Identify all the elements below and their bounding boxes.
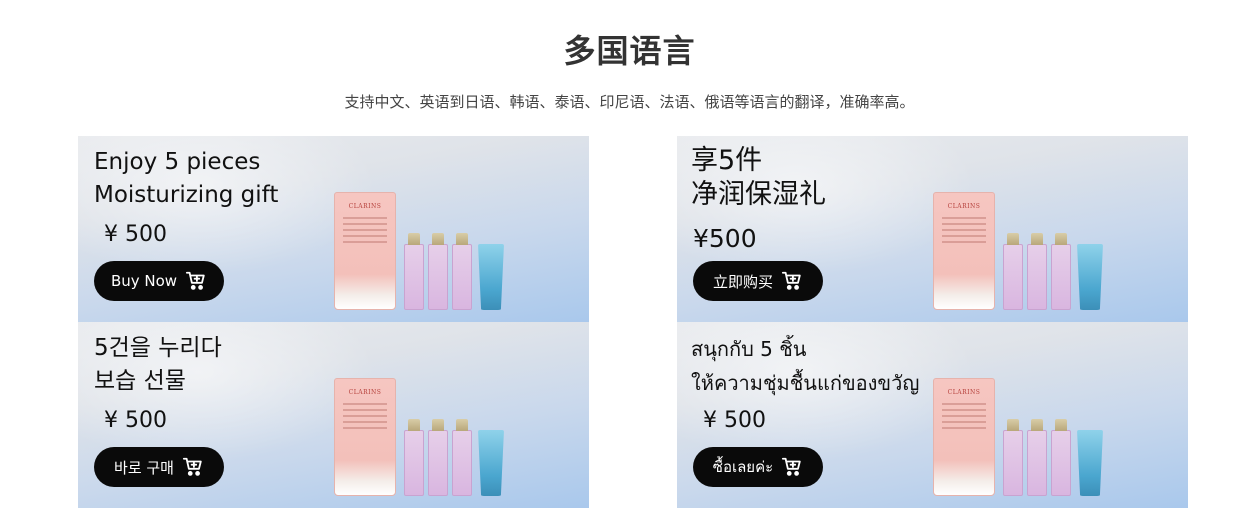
cleanser-tube: CLARINS: [933, 192, 995, 310]
mini-bottle: [452, 419, 472, 496]
page-title: 多国语言: [563, 32, 696, 70]
headline-line-2: 보습 선물: [94, 368, 186, 394]
headline-line-1: 享5件: [691, 145, 763, 176]
mini-bottle: [404, 419, 424, 496]
buy-now-button[interactable]: 立即购买: [693, 261, 823, 301]
banner-headline: Enjoy 5 pieces Moisturizing gift: [94, 146, 278, 212]
buy-now-button[interactable]: 바로 구매: [94, 447, 224, 487]
buy-now-button[interactable]: Buy Now: [94, 261, 224, 301]
product-set-image: CLARINS: [334, 192, 504, 314]
mini-bottle: [428, 233, 448, 310]
banner-headline: สนุกกับ 5 ชิ้น ให้ความชุ่มชื้นแก่ของขวัญ: [691, 332, 919, 400]
price-label: ¥ 500: [104, 222, 167, 247]
mini-bottle: [1003, 419, 1023, 496]
cleanser-tube: CLARINS: [334, 378, 396, 496]
product-brand-text: CLARINS: [348, 389, 382, 396]
banner-headline: 5건을 누리다 보습 선물: [94, 332, 222, 398]
price-label: ¥500: [693, 224, 757, 253]
product-set-image: CLARINS: [933, 192, 1103, 314]
headline-line-2: Moisturizing gift: [94, 182, 279, 208]
mini-bottle: [1051, 233, 1071, 310]
headline-line-2: ให้ความชุ่มชื้นแก่ของขวัญ: [691, 371, 920, 395]
promo-banner-chinese[interactable]: 享5件 净润保湿礼 ¥500 立即购买 CLARINS: [677, 136, 1188, 322]
promo-banner-english[interactable]: Enjoy 5 pieces Moisturizing gift ¥ 500 B…: [78, 136, 589, 322]
promo-banner-korean[interactable]: 5건을 누리다 보습 선물 ¥ 500 바로 구매 CLARINS: [78, 322, 589, 508]
price-label: ¥ 500: [703, 408, 766, 433]
buy-now-button[interactable]: ซื้อเลยค่ะ: [693, 447, 823, 487]
product-set-image: CLARINS: [334, 378, 504, 500]
product-set-image: CLARINS: [933, 378, 1103, 500]
product-brand-text: CLARINS: [947, 203, 981, 210]
blue-mini-tube: [478, 430, 504, 496]
cleanser-tube: CLARINS: [933, 378, 995, 496]
buy-button-label: 立即购买: [712, 272, 773, 291]
price-label: ¥ 500: [104, 408, 167, 433]
shopping-cart-icon: [182, 457, 202, 476]
mini-bottle: [1003, 233, 1023, 310]
product-brand-text: CLARINS: [348, 203, 382, 210]
mini-bottle: [1027, 233, 1047, 310]
blue-mini-tube: [478, 244, 504, 310]
promo-banner-thai[interactable]: สนุกกับ 5 ชิ้น ให้ความชุ่มชื้นแก่ของขวัญ…: [677, 322, 1188, 508]
mini-bottle: [1051, 419, 1071, 496]
headline-line-1: 5건을 누리다: [94, 335, 222, 361]
buy-button-label: ซื้อเลยค่ะ: [712, 458, 774, 476]
product-brand-text: CLARINS: [947, 389, 981, 396]
banner-headline: 享5件 净润保湿礼: [691, 144, 826, 212]
headline-line-1: สนุกกับ 5 ชิ้น: [691, 337, 807, 361]
blue-mini-tube: [1077, 430, 1103, 496]
mini-bottle: [1027, 419, 1047, 496]
mini-bottle: [404, 233, 424, 310]
buy-button-label: 바로 구매: [114, 458, 174, 477]
headline-line-2: 净润保湿礼: [691, 179, 826, 210]
blue-mini-tube: [1077, 244, 1103, 310]
headline-line-1: Enjoy 5 pieces: [94, 149, 261, 175]
shopping-cart-icon: [185, 271, 205, 290]
shopping-cart-icon: [781, 271, 801, 290]
cleanser-tube: CLARINS: [334, 192, 396, 310]
buy-button-label: Buy Now: [110, 272, 178, 290]
mini-bottle: [428, 419, 448, 496]
page-subtitle: 支持中文、英语到日语、韩语、泰语、印尼语、法语、俄语等语言的翻译，准确率高。: [344, 93, 915, 111]
shopping-cart-icon: [782, 457, 801, 476]
mini-bottle: [452, 233, 472, 310]
